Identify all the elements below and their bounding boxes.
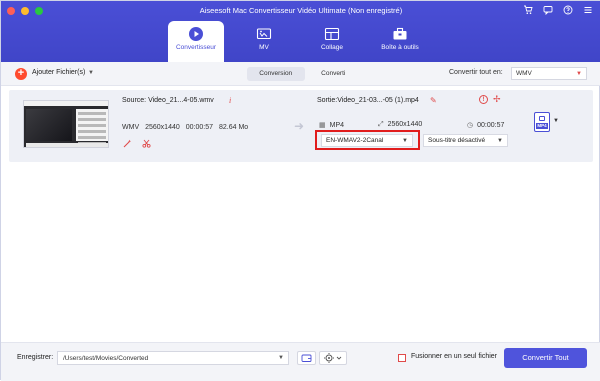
source-resolution: 2560x1440 <box>145 124 180 131</box>
info-icon[interactable]: i <box>229 96 231 105</box>
chevron-down-icon: ▼ <box>576 71 582 77</box>
output-settings-icon[interactable]: ✢ <box>493 94 501 105</box>
tab-convertisseur[interactable]: Convertisseur <box>168 21 224 62</box>
magic-wand-icon[interactable] <box>123 139 132 148</box>
tab-label: MV <box>259 44 269 51</box>
segment-converti[interactable]: Converti <box>305 67 363 81</box>
toolbar: + Ajouter Fichier(s) ▼ Conversion Conver… <box>1 62 600 86</box>
film-icon: ▦ <box>319 122 326 129</box>
format-badge: MP4 <box>536 123 548 129</box>
output-resolution: 2560x1440 <box>387 121 423 128</box>
menu-icon[interactable] <box>582 5 593 17</box>
subtitle-value: Sous-titre désactivé <box>428 137 486 144</box>
tab-mv[interactable]: MV <box>236 21 292 59</box>
add-files-button[interactable]: + <box>15 68 27 80</box>
cart-icon[interactable] <box>522 5 533 17</box>
tab-label: Convertisseur <box>175 44 217 51</box>
convert-all-format-value: WMV <box>516 70 532 77</box>
scissors-icon[interactable] <box>142 139 151 148</box>
source-size: 82.64 Mo <box>219 124 249 131</box>
chat-icon[interactable] <box>542 5 553 17</box>
settings-button[interactable] <box>319 351 347 365</box>
folder-icon <box>301 354 312 362</box>
highlight-box <box>315 130 420 150</box>
app-window: Aiseesoft Mac Convertisseur Vidéo Ultima… <box>0 0 600 381</box>
toolbox-icon <box>393 27 407 40</box>
chevron-down-icon: ▼ <box>278 355 284 361</box>
output-duration: 00:00:57 <box>477 122 505 129</box>
tab-collage[interactable]: Collage <box>304 21 360 59</box>
source-filename: Source: Video_21...4-05.wmv <box>122 97 214 104</box>
chevron-down-icon[interactable]: ▼ <box>88 70 94 76</box>
edit-name-icon[interactable]: ✎ <box>430 96 437 105</box>
footer: Enregistrer: /Users/test/Movies/Converte… <box>1 342 600 381</box>
window-title: Aiseesoft Mac Convertisseur Vidéo Ultima… <box>199 6 403 15</box>
open-folder-button[interactable] <box>297 351 316 365</box>
output-format-item: ▦ MP4 <box>319 121 344 129</box>
resize-icon: ⤢ <box>378 121 384 128</box>
edit-tools <box>123 139 151 148</box>
merge-checkbox[interactable] <box>398 354 406 362</box>
output-info-icon[interactable]: ! <box>479 95 488 104</box>
output-filename: Sortie:Video_21-03...-05 (1).mp4 <box>317 97 419 104</box>
source-metadata: WMV 2560x1440 00:00:57 82.64 Mo <box>122 124 248 131</box>
chevron-down-icon: ▼ <box>497 138 503 144</box>
convert-all-button[interactable]: Convertir Tout <box>504 348 587 368</box>
clock-icon: ◷ <box>467 122 474 129</box>
video-thumbnail[interactable] <box>23 100 109 148</box>
segment-conversion[interactable]: Conversion <box>247 67 305 81</box>
conversion-segmented-control: Conversion Converti <box>247 67 362 81</box>
output-format-button[interactable]: MP4 <box>534 112 550 132</box>
merge-label[interactable]: Fusionner en un seul fichier <box>411 353 497 360</box>
header-icons <box>522 5 593 17</box>
convert-all-label: Convertir tout en: <box>449 69 503 76</box>
help-icon[interactable] <box>562 5 573 17</box>
save-path-select[interactable]: /Users/test/Movies/Converted ▼ <box>57 351 289 365</box>
chevron-down-icon[interactable]: ▼ <box>553 118 559 124</box>
subtitle-select[interactable]: Sous-titre désactivé ▼ <box>423 134 508 147</box>
file-item: Source: Video_21...4-05.wmv i WMV 2560x1… <box>9 90 593 162</box>
save-to-label: Enregistrer: <box>17 354 54 361</box>
save-path-value: /Users/test/Movies/Converted <box>63 355 149 362</box>
source-format: WMV <box>122 124 140 131</box>
tab-label: Collage <box>320 44 344 51</box>
output-format: MP4 <box>329 122 345 129</box>
convert-all-format-select[interactable]: WMV ▼ <box>511 67 587 80</box>
app-header: Aiseesoft Mac Convertisseur Vidéo Ultima… <box>1 1 600 62</box>
main-tabs: Convertisseur MV Collage Boîte à outils <box>168 21 440 62</box>
tab-label: Boîte à outils <box>381 44 419 51</box>
add-files-label[interactable]: Ajouter Fichier(s) <box>32 69 85 76</box>
mv-icon <box>256 28 272 40</box>
output-resolution-item: ⤢ 2560x1440 <box>378 121 422 129</box>
output-duration-item: ◷ 00:00:57 <box>467 121 504 129</box>
gear-icon <box>324 353 342 363</box>
collage-icon <box>324 27 340 41</box>
tab-boite-a-outils[interactable]: Boîte à outils <box>372 21 428 59</box>
convert-icon <box>189 27 203 41</box>
source-duration: 00:00:57 <box>185 124 214 131</box>
arrow-right-icon: ➜ <box>294 119 305 133</box>
